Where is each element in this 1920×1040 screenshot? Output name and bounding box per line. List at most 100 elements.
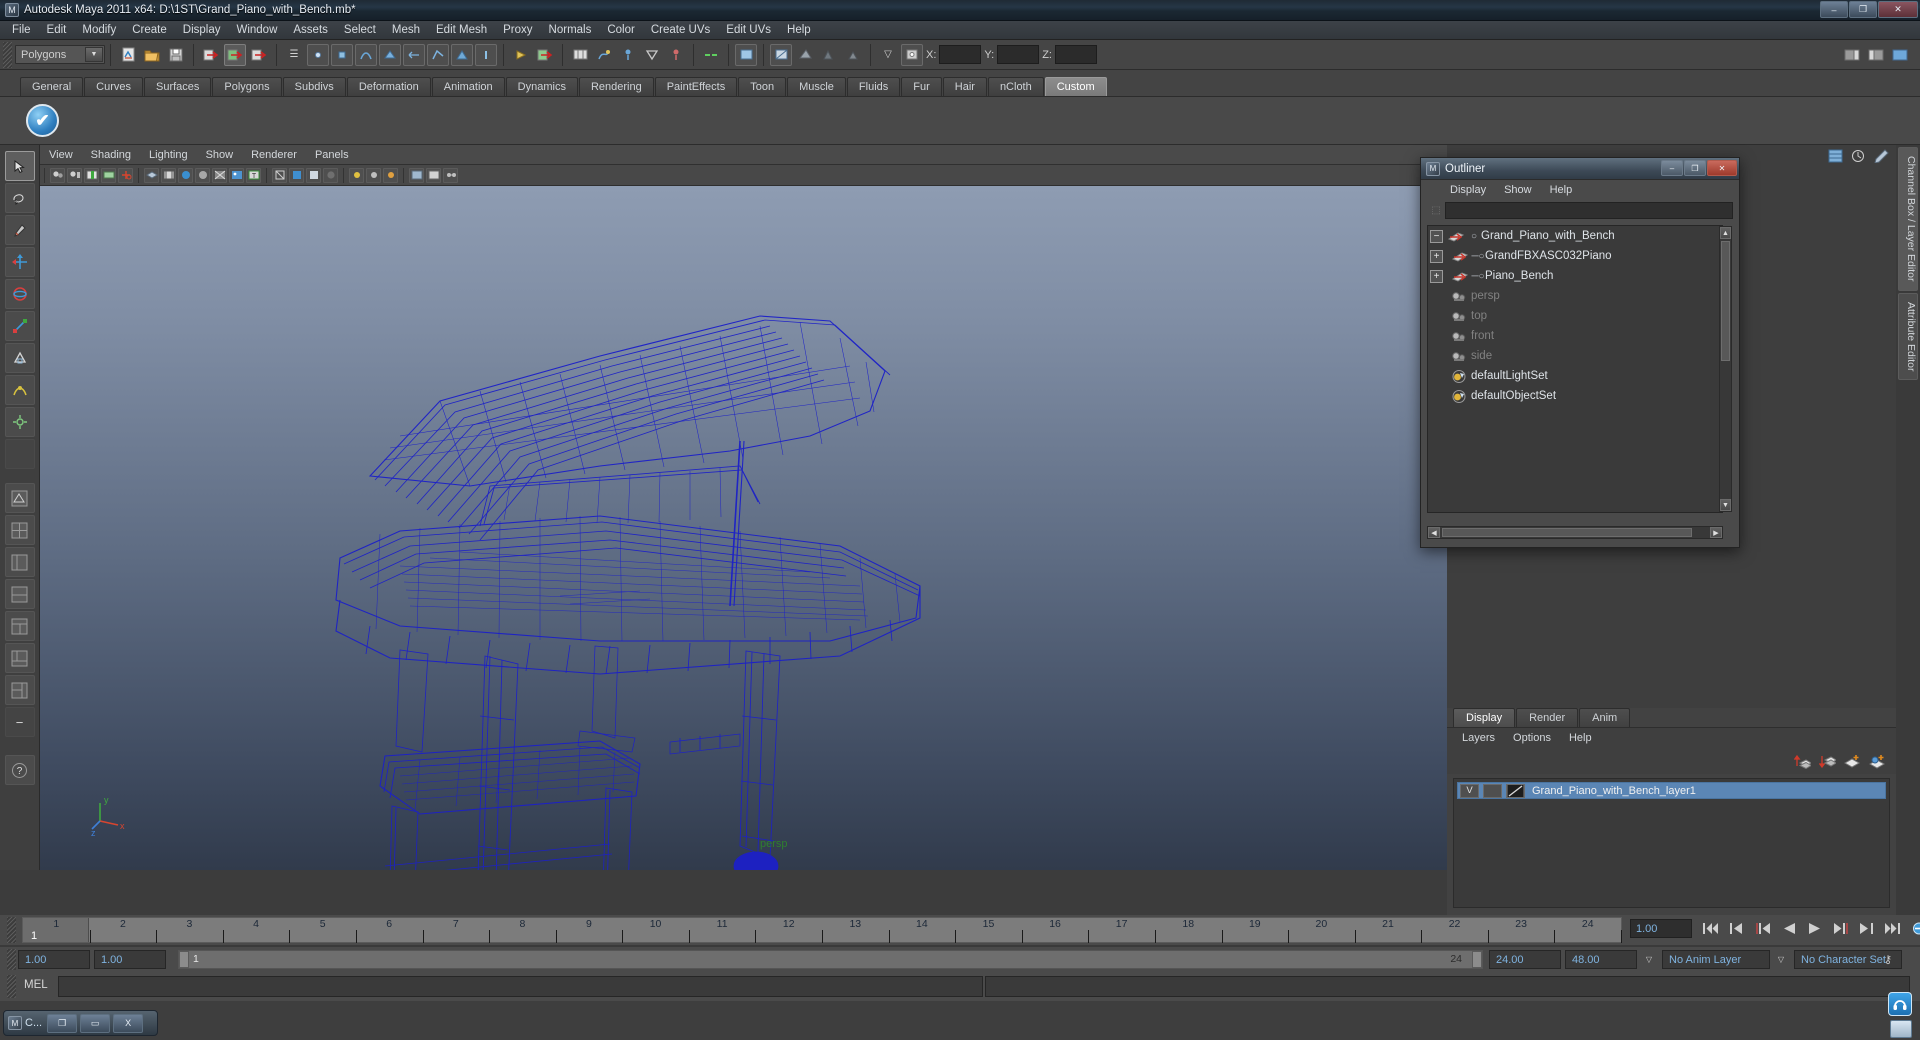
highlight-selection-icon[interactable] bbox=[534, 44, 556, 66]
range-left-handle[interactable] bbox=[179, 951, 189, 968]
select-by-component-type-icon[interactable] bbox=[248, 44, 270, 66]
docked-restore-button[interactable]: ❐ bbox=[47, 1013, 78, 1033]
range-right-handle[interactable] bbox=[1472, 951, 1482, 968]
y-field[interactable] bbox=[997, 45, 1040, 64]
lighting-default-icon[interactable] bbox=[289, 167, 304, 183]
outliner-maximize-button[interactable]: ❐ bbox=[1684, 160, 1706, 176]
mask-vertices-icon[interactable] bbox=[331, 43, 353, 66]
menu-item-edit-mesh[interactable]: Edit Mesh bbox=[428, 22, 495, 38]
hypershade-icon[interactable] bbox=[818, 44, 840, 66]
go-to-end-icon[interactable] bbox=[1882, 918, 1903, 938]
layer-row[interactable]: V Grand_Piano_with_Bench_layer1 bbox=[1457, 782, 1886, 799]
wireframe-on-shaded-icon[interactable] bbox=[212, 167, 227, 183]
snap-to-view-plane-icon[interactable] bbox=[641, 44, 663, 66]
select-camera-icon[interactable] bbox=[50, 167, 65, 183]
key-icon[interactable]: ⚷ bbox=[1884, 953, 1892, 966]
channel-box-icon[interactable] bbox=[1827, 148, 1844, 163]
menu-item-window[interactable]: Window bbox=[228, 22, 285, 38]
persp-relationship-layout-icon[interactable] bbox=[4, 675, 35, 705]
menu-item-display[interactable]: Display bbox=[175, 22, 229, 38]
move-tool[interactable] bbox=[4, 247, 35, 277]
bookmark-icon[interactable] bbox=[84, 167, 99, 183]
render-settings-icon[interactable] bbox=[794, 44, 816, 66]
docked-maximize-button[interactable]: ▭ bbox=[80, 1013, 111, 1033]
four-view-layout-icon[interactable] bbox=[4, 515, 35, 545]
menuset-dropdown[interactable]: Polygons ▼ bbox=[15, 45, 105, 64]
hidden-line-icon[interactable] bbox=[426, 167, 441, 183]
expand-icon[interactable]: + bbox=[1430, 269, 1443, 283]
menu-item-select[interactable]: Select bbox=[336, 22, 384, 38]
shadows-icon[interactable] bbox=[323, 167, 338, 183]
single-perspective-layout-icon[interactable] bbox=[4, 483, 35, 513]
animation-end-time-field[interactable]: 48.00 bbox=[1565, 950, 1637, 969]
minimize-button[interactable]: – bbox=[1820, 1, 1848, 18]
viewport-menu-renderer[interactable]: Renderer bbox=[242, 149, 306, 161]
menu-item-normals[interactable]: Normals bbox=[541, 22, 600, 38]
dock-handle-icon[interactable] bbox=[1890, 1020, 1912, 1038]
camera-attributes-icon[interactable] bbox=[67, 167, 82, 183]
step-forward-frame-icon[interactable] bbox=[1830, 918, 1851, 938]
persp-uv-layout-icon[interactable] bbox=[4, 643, 35, 673]
viewport-menu-lighting[interactable]: Lighting bbox=[140, 149, 197, 161]
scroll-down-button[interactable]: ▼ bbox=[1720, 499, 1731, 511]
layout-expand-icon[interactable]: − bbox=[4, 707, 35, 737]
select-tool[interactable] bbox=[4, 151, 35, 181]
lighting-all-icon[interactable] bbox=[306, 167, 321, 183]
current-time-field[interactable]: 1.00 bbox=[1630, 919, 1692, 938]
outliner-row[interactable]: + ─○ GrandFBXASC032Piano bbox=[1428, 246, 1722, 266]
outliner-menu-show[interactable]: Show bbox=[1495, 184, 1541, 196]
menu-item-mesh[interactable]: Mesh bbox=[384, 22, 428, 38]
outliner-minimize-button[interactable]: – bbox=[1661, 160, 1683, 176]
perspective-viewport[interactable]: y x z persp bbox=[40, 186, 1447, 870]
view-transform-icon[interactable] bbox=[383, 167, 398, 183]
command-line-gripper[interactable] bbox=[7, 975, 16, 998]
mask-pivots-icon[interactable] bbox=[451, 43, 473, 66]
x-field[interactable] bbox=[939, 45, 982, 64]
layer-menu-layers[interactable]: Layers bbox=[1453, 732, 1504, 744]
shelf-tab-fur[interactable]: Fur bbox=[901, 77, 942, 96]
outliner-row[interactable]: + ─○ Piano_Bench bbox=[1428, 266, 1722, 286]
tab-channel-box-layer-editor[interactable]: Channel Box / Layer Editor bbox=[1898, 147, 1918, 291]
expand-icon[interactable]: + bbox=[1430, 249, 1443, 263]
viewport-menu-view[interactable]: View bbox=[40, 149, 82, 161]
snap-to-curve-icon[interactable] bbox=[593, 44, 615, 66]
shelf-tab-deformation[interactable]: Deformation bbox=[346, 77, 431, 96]
custom-shelf-button[interactable]: ✔ bbox=[26, 104, 59, 137]
layer-list[interactable]: V Grand_Piano_with_Bench_layer1 bbox=[1453, 778, 1890, 908]
shelf-tab-toon[interactable]: Toon bbox=[738, 77, 787, 96]
outliner-tree[interactable]: − ○ Grand_Piano_with_Bench + ─○ GrandFBXASC03… bbox=[1427, 225, 1723, 513]
xray-icon[interactable] bbox=[272, 167, 287, 183]
menu-item-color[interactable]: Color bbox=[599, 22, 642, 38]
outliner-horizontal-scrollbar[interactable]: ◀ ▶ bbox=[1427, 526, 1723, 539]
soft-modification-tool[interactable] bbox=[4, 375, 35, 405]
mask-uvs-icon[interactable] bbox=[403, 43, 425, 66]
shelf-tab-hair[interactable]: Hair bbox=[942, 77, 987, 96]
step-forward-key-icon[interactable] bbox=[1856, 918, 1877, 938]
scroll-up-button[interactable]: ▲ bbox=[1720, 227, 1731, 239]
outliner-row[interactable]: persp bbox=[1428, 286, 1722, 306]
persp-graph-layout-icon[interactable] bbox=[4, 579, 35, 609]
universal-manipulator-tool[interactable] bbox=[4, 343, 35, 373]
playback-range-bar[interactable]: 1 24 bbox=[178, 950, 1483, 969]
grid-toggle-icon[interactable] bbox=[144, 167, 159, 183]
new-layer-icon[interactable] bbox=[1844, 754, 1861, 769]
outliner-menu-display[interactable]: Display bbox=[1441, 184, 1495, 196]
anim-layer-field[interactable]: No Anim Layer bbox=[1662, 950, 1770, 969]
render-current-frame-icon[interactable] bbox=[735, 43, 757, 66]
hypershade-persp-layout-icon[interactable] bbox=[4, 611, 35, 641]
range-start-time-field[interactable]: 1.00 bbox=[94, 950, 166, 969]
tab-attribute-editor[interactable]: Attribute Editor bbox=[1898, 292, 1918, 380]
new-layer-from-selected-icon[interactable] bbox=[1869, 754, 1886, 769]
animation-start-time-field[interactable]: 1.00 bbox=[18, 950, 90, 969]
hscroll-thumb[interactable] bbox=[1442, 528, 1692, 537]
command-input[interactable] bbox=[58, 976, 983, 997]
snap-to-live-object-icon[interactable] bbox=[665, 44, 687, 66]
go-to-start-icon[interactable] bbox=[1700, 918, 1721, 938]
shelf-tab-fluids[interactable]: Fluids bbox=[846, 77, 901, 96]
docked-command-window[interactable]: M C... ❐ ▭ X bbox=[3, 1010, 158, 1036]
use-default-material-icon[interactable]: T bbox=[246, 167, 261, 183]
component-mask-menu-icon[interactable]: ☰ bbox=[283, 44, 305, 66]
outliner-menu-help[interactable]: Help bbox=[1541, 184, 1582, 196]
layer-tab-anim[interactable]: Anim bbox=[1579, 708, 1631, 727]
viewport-menu-shading[interactable]: Shading bbox=[82, 149, 140, 161]
